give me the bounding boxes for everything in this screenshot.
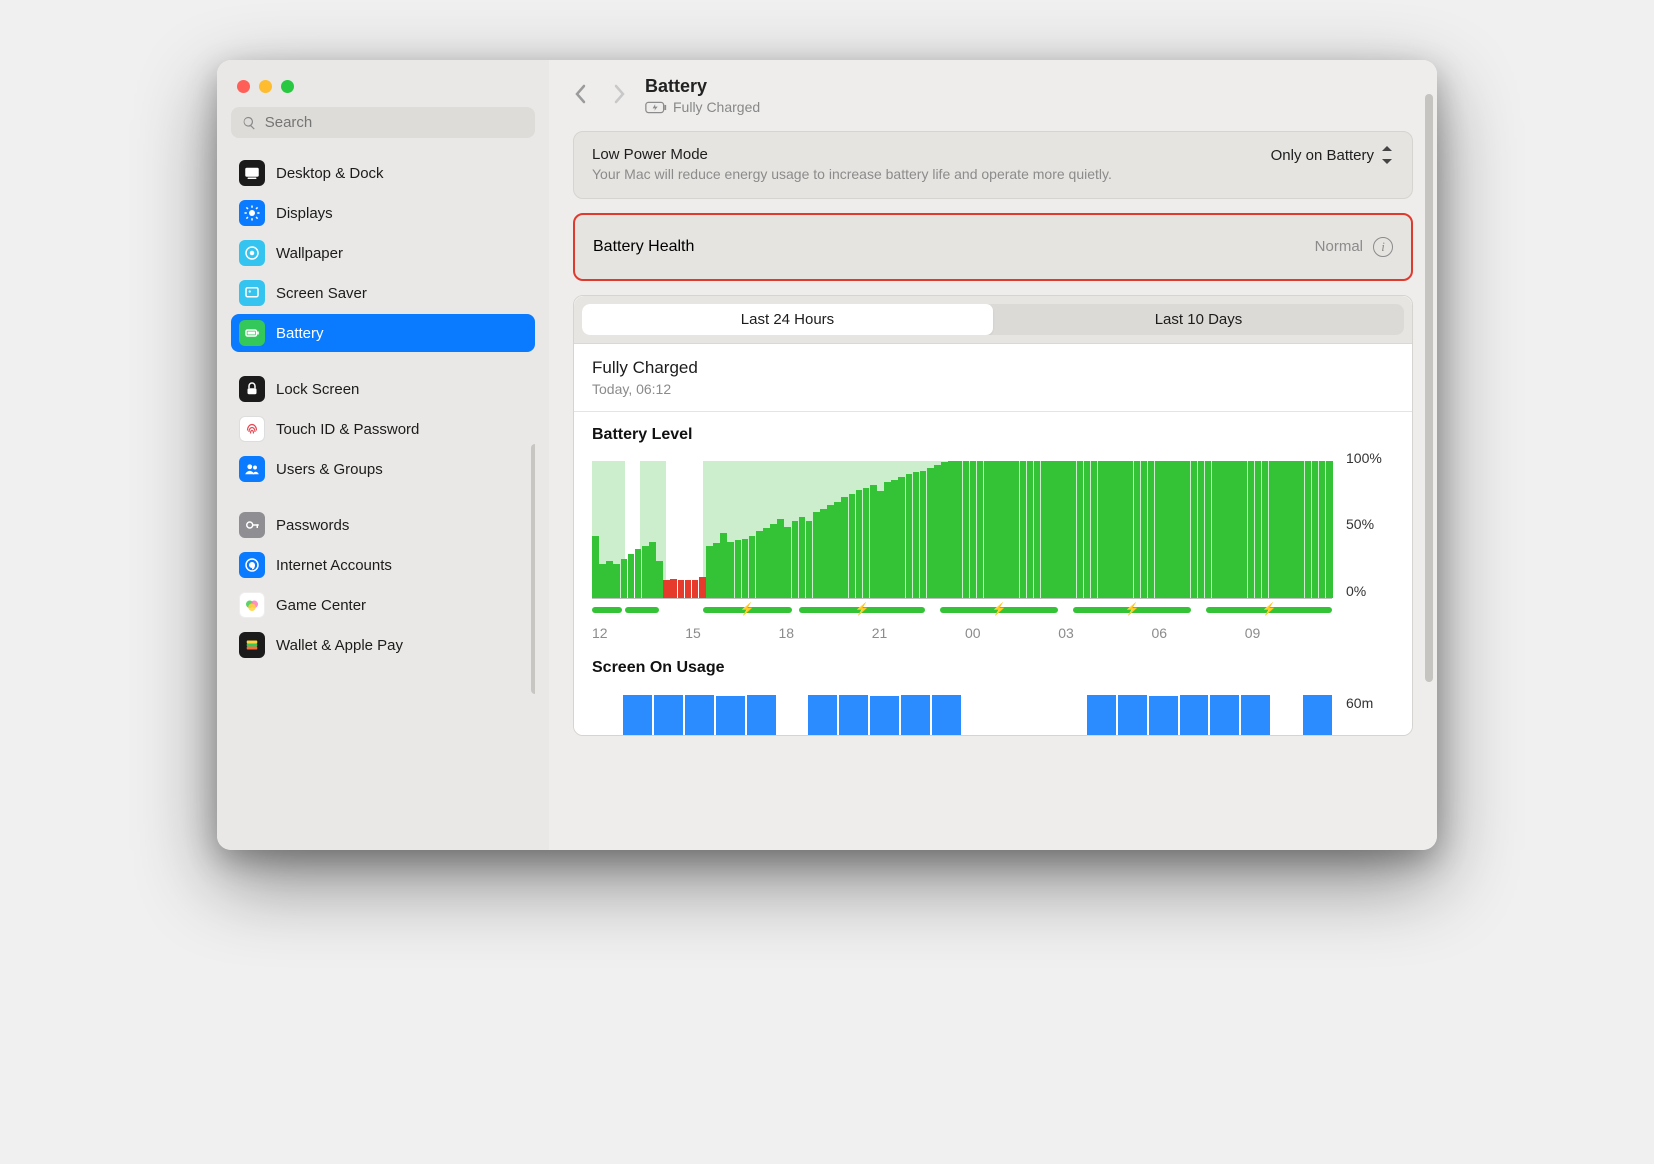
screen-on-chart: 60m — [592, 695, 1394, 735]
sidebar-item-lock-screen[interactable]: Lock Screen — [231, 370, 535, 408]
sidebar-item-label: Game Center — [276, 597, 366, 614]
battery-health-card: Battery Health Normal i — [573, 213, 1413, 281]
battery-level-chart: ⚡⚡⚡⚡⚡ 100% 50% 0% — [592, 450, 1394, 615]
sidebar-item-passwords[interactable]: Passwords — [231, 506, 535, 544]
search-icon — [242, 115, 257, 131]
low-power-mode-select[interactable]: Only on Battery — [1271, 146, 1394, 164]
page-title: Battery — [645, 76, 760, 97]
y-0: 0% — [1338, 583, 1394, 599]
info-icon[interactable]: i — [1373, 237, 1393, 257]
sidebar-item-label: Battery — [276, 325, 324, 342]
sidebar: Desktop & Dock Displays Wallpaper Screen… — [217, 60, 549, 850]
sidebar-list-scroll: Desktop & Dock Displays Wallpaper Screen… — [231, 154, 535, 850]
up-down-icon — [1380, 146, 1394, 164]
wallet-icon — [239, 632, 265, 658]
search-input[interactable] — [265, 114, 524, 131]
close-window-button[interactable] — [237, 80, 250, 93]
game-center-icon — [239, 592, 265, 618]
sidebar-item-label: Wallpaper — [276, 245, 343, 262]
sidebar-item-label: Wallet & Apple Pay — [276, 637, 403, 654]
wallpaper-icon — [239, 240, 265, 266]
low-power-mode-value: Only on Battery — [1271, 147, 1374, 164]
sidebar-item-screen-saver[interactable]: Screen Saver — [231, 274, 535, 312]
sidebar-item-label: Lock Screen — [276, 381, 359, 398]
sidebar-item-label: Users & Groups — [276, 461, 383, 478]
screen-on-y-label: 60m — [1338, 695, 1394, 735]
sidebar-item-label: Touch ID & Password — [276, 421, 419, 438]
lock-screen-icon — [239, 376, 265, 402]
y-100: 100% — [1338, 450, 1394, 466]
time-range-tabs: Last 24 Hours Last 10 Days — [574, 296, 1412, 344]
page-subtitle: Fully Charged — [673, 99, 760, 115]
nav-forward-button[interactable] — [611, 84, 627, 107]
window-controls — [237, 80, 535, 93]
sidebar-item-internet-accounts[interactable]: Internet Accounts — [231, 546, 535, 584]
displays-icon — [239, 200, 265, 226]
screen-on-bars — [592, 695, 1332, 735]
zoom-window-button[interactable] — [281, 80, 294, 93]
low-power-mode-description: Your Mac will reduce energy usage to inc… — [592, 165, 1112, 184]
passwords-icon — [239, 512, 265, 538]
desktop-dock-icon — [239, 160, 265, 186]
charging-track: ⚡⚡⚡⚡⚡ — [592, 605, 1332, 615]
header: Battery Fully Charged — [549, 60, 1437, 121]
sidebar-item-displays[interactable]: Displays — [231, 194, 535, 232]
sidebar-item-label: Desktop & Dock — [276, 165, 384, 182]
sidebar-item-label: Screen Saver — [276, 285, 367, 302]
battery-y-axis: 100% 50% 0% — [1338, 450, 1394, 615]
settings-window: Desktop & Dock Displays Wallpaper Screen… — [217, 60, 1437, 850]
sidebar-item-battery[interactable]: Battery — [231, 314, 535, 352]
battery-level-bars — [592, 450, 1332, 599]
battery-status-icon — [645, 101, 667, 114]
low-power-mode-card: Low Power Mode Your Mac will reduce ener… — [573, 131, 1413, 199]
charge-status-time: Today, 06:12 — [592, 381, 1394, 397]
users-groups-icon — [239, 456, 265, 482]
sidebar-item-wallpaper[interactable]: Wallpaper — [231, 234, 535, 272]
divider — [574, 411, 1412, 412]
sidebar-list: Desktop & Dock Displays Wallpaper Screen… — [231, 154, 535, 664]
content: Low Power Mode Your Mac will reduce ener… — [549, 121, 1437, 736]
main-scrollbar[interactable] — [1425, 94, 1433, 682]
charge-status-heading: Fully Charged — [592, 358, 1394, 378]
search-field[interactable] — [231, 107, 535, 138]
sidebar-item-label: Internet Accounts — [276, 557, 392, 574]
sidebar-item-desktop-dock[interactable]: Desktop & Dock — [231, 154, 535, 192]
battery-level-title: Battery Level — [592, 426, 1394, 444]
low-power-mode-label: Low Power Mode — [592, 146, 1112, 163]
sidebar-scrollbar[interactable] — [531, 444, 535, 694]
main-panel: Battery Fully Charged Low Power Mode You… — [549, 60, 1437, 850]
internet-accounts-icon — [239, 552, 265, 578]
usage-card: Last 24 Hours Last 10 Days Fully Charged… — [573, 295, 1413, 736]
battery-icon — [239, 320, 265, 346]
minimize-window-button[interactable] — [259, 80, 272, 93]
sidebar-item-game-center[interactable]: Game Center — [231, 586, 535, 624]
nav-back-button[interactable] — [573, 84, 589, 107]
touch-id-icon — [239, 416, 265, 442]
screen-on-title: Screen On Usage — [592, 659, 1394, 677]
y-50: 50% — [1338, 516, 1394, 532]
sidebar-item-touch-id[interactable]: Touch ID & Password — [231, 410, 535, 448]
battery-health-label: Battery Health — [593, 238, 694, 256]
battery-health-value: Normal — [1315, 238, 1363, 255]
sidebar-item-label: Passwords — [276, 517, 349, 534]
sidebar-item-wallet[interactable]: Wallet & Apple Pay — [231, 626, 535, 664]
sidebar-item-label: Displays — [276, 205, 333, 222]
tab-last-10-days[interactable]: Last 10 Days — [993, 304, 1404, 335]
screen-saver-icon — [239, 280, 265, 306]
battery-x-axis: 1215182100030609 — [592, 625, 1394, 641]
page-title-block: Battery Fully Charged — [645, 76, 760, 115]
tab-last-24-hours[interactable]: Last 24 Hours — [582, 304, 993, 335]
sidebar-item-users-groups[interactable]: Users & Groups — [231, 450, 535, 488]
